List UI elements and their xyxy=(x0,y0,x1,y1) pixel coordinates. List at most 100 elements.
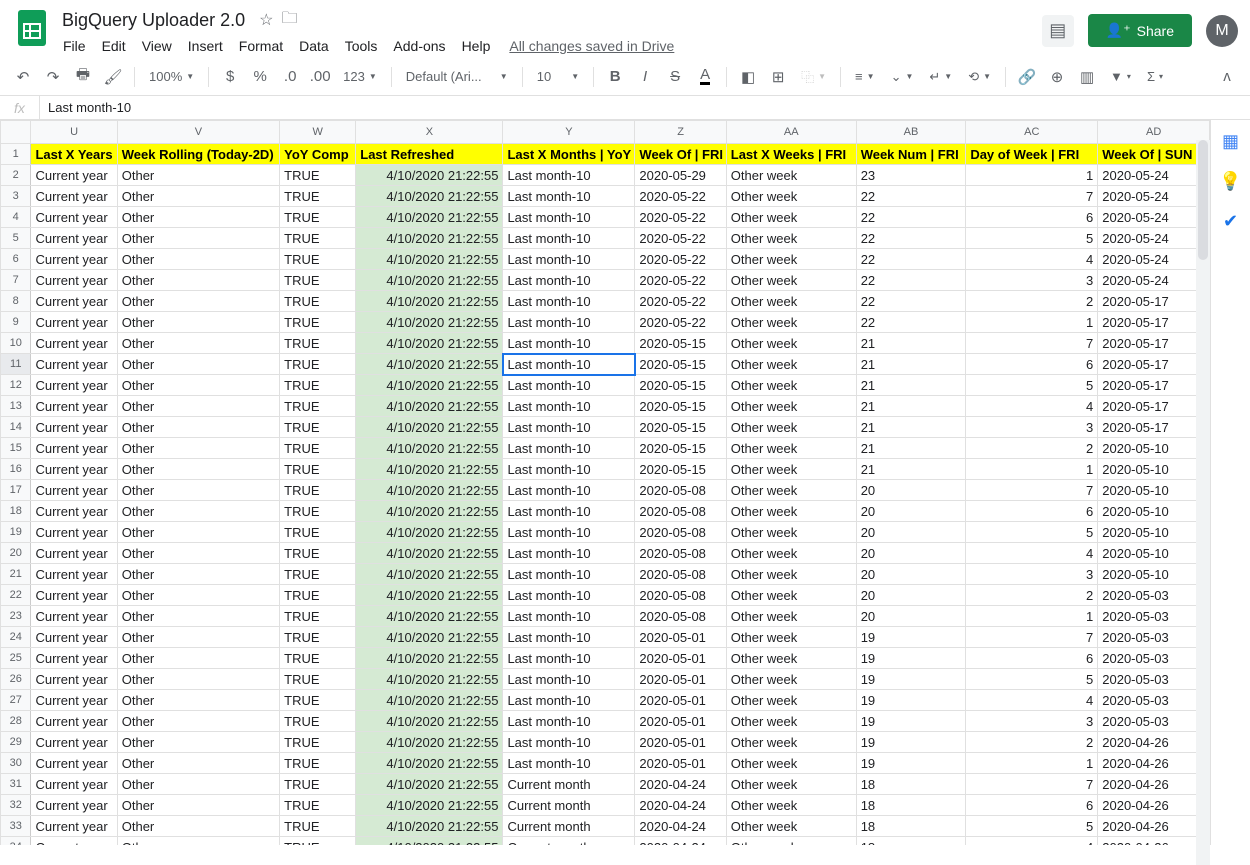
collapse-toolbar-button[interactable]: ʌ xyxy=(1214,64,1240,90)
cell[interactable]: 2020-05-10 xyxy=(1098,564,1210,585)
cell[interactable]: 20 xyxy=(856,480,966,501)
cell[interactable]: Last month-10 xyxy=(503,564,635,585)
cell[interactable]: 2020-05-17 xyxy=(1098,312,1210,333)
col-header-X[interactable]: X xyxy=(356,121,503,144)
cell[interactable]: 2020-05-01 xyxy=(635,690,726,711)
cell[interactable]: Last month-10 xyxy=(503,459,635,480)
cell[interactable]: Other week xyxy=(726,165,856,186)
cell[interactable]: 18 xyxy=(856,837,966,846)
more-formats-dropdown[interactable]: 123▼ xyxy=(337,64,383,90)
cell[interactable]: Current year xyxy=(31,270,117,291)
cell[interactable]: 2020-05-24 xyxy=(1098,228,1210,249)
cell[interactable]: 21 xyxy=(856,333,966,354)
cell[interactable]: 6 xyxy=(966,354,1098,375)
cell[interactable]: Other xyxy=(117,606,279,627)
cell[interactable]: TRUE xyxy=(280,648,356,669)
rotate-dropdown[interactable]: ⟲▼ xyxy=(962,64,997,90)
col-header-Z[interactable]: Z xyxy=(635,121,726,144)
menu-file[interactable]: File xyxy=(56,34,93,58)
cell[interactable]: 2020-05-10 xyxy=(1098,438,1210,459)
row-header-2[interactable]: 2 xyxy=(1,165,31,186)
cell[interactable]: 4/10/2020 21:22:55 xyxy=(356,585,503,606)
cell[interactable]: 2020-05-03 xyxy=(1098,669,1210,690)
cell[interactable]: Other xyxy=(117,774,279,795)
cell[interactable]: 20 xyxy=(856,501,966,522)
cell[interactable]: 19 xyxy=(856,732,966,753)
col-header-AC[interactable]: AC xyxy=(966,121,1098,144)
cell[interactable]: Current year xyxy=(31,354,117,375)
cell[interactable]: 4/10/2020 21:22:55 xyxy=(356,396,503,417)
cell[interactable]: Other week xyxy=(726,459,856,480)
cell[interactable]: Current year xyxy=(31,207,117,228)
cell[interactable]: Other week xyxy=(726,711,856,732)
cell[interactable]: 2020-05-24 xyxy=(1098,165,1210,186)
cell[interactable]: 2020-05-22 xyxy=(635,312,726,333)
cell[interactable]: Other week xyxy=(726,606,856,627)
cell[interactable]: TRUE xyxy=(280,417,356,438)
row-header-21[interactable]: 21 xyxy=(1,564,31,585)
cell[interactable]: 6 xyxy=(966,648,1098,669)
cell[interactable]: TRUE xyxy=(280,774,356,795)
cell[interactable]: Other xyxy=(117,270,279,291)
row-header-34[interactable]: 34 xyxy=(1,837,31,846)
cell[interactable]: 4/10/2020 21:22:55 xyxy=(356,837,503,846)
row-header-11[interactable]: 11 xyxy=(1,354,31,375)
cell[interactable]: 22 xyxy=(856,186,966,207)
cell[interactable]: 21 xyxy=(856,438,966,459)
cell[interactable]: Last month-10 xyxy=(503,354,635,375)
account-avatar[interactable]: M xyxy=(1206,15,1238,47)
italic-button[interactable]: I xyxy=(632,64,658,90)
cell[interactable]: 5 xyxy=(966,669,1098,690)
cell[interactable]: 4/10/2020 21:22:55 xyxy=(356,417,503,438)
cell[interactable]: 21 xyxy=(856,417,966,438)
row-header-32[interactable]: 32 xyxy=(1,795,31,816)
font-size-dropdown[interactable]: 10▼ xyxy=(531,64,585,90)
cell[interactable]: 2020-05-24 xyxy=(1098,186,1210,207)
cell[interactable]: Last month-10 xyxy=(503,480,635,501)
cell[interactable]: 2020-05-17 xyxy=(1098,396,1210,417)
strikethrough-button[interactable]: S xyxy=(662,64,688,90)
vertical-scrollbar[interactable] xyxy=(1196,140,1210,865)
filter-dropdown[interactable]: ▼▾ xyxy=(1104,64,1137,90)
cell[interactable]: Last month-10 xyxy=(503,606,635,627)
cell[interactable]: Other xyxy=(117,690,279,711)
cell[interactable]: 18 xyxy=(856,795,966,816)
cell[interactable]: Other xyxy=(117,312,279,333)
cell[interactable]: TRUE xyxy=(280,795,356,816)
cell[interactable]: Other xyxy=(117,522,279,543)
cell[interactable]: Current year xyxy=(31,396,117,417)
cell[interactable]: 2020-04-26 xyxy=(1098,837,1210,846)
cell[interactable]: TRUE xyxy=(280,249,356,270)
cell[interactable]: Other week xyxy=(726,417,856,438)
cell[interactable]: TRUE xyxy=(280,480,356,501)
cell[interactable]: 4/10/2020 21:22:55 xyxy=(356,627,503,648)
increase-decimal-button[interactable]: .00 xyxy=(307,64,333,90)
cell[interactable]: Last month-10 xyxy=(503,396,635,417)
row-header-12[interactable]: 12 xyxy=(1,375,31,396)
cell[interactable]: 22 xyxy=(856,312,966,333)
cell[interactable]: Other week xyxy=(726,312,856,333)
cell[interactable]: TRUE xyxy=(280,837,356,846)
cell[interactable]: Other xyxy=(117,501,279,522)
cell[interactable]: Other week xyxy=(726,522,856,543)
menu-view[interactable]: View xyxy=(135,34,179,58)
merge-dropdown[interactable]: ⿻▼ xyxy=(795,64,832,90)
cell[interactable]: 2020-05-22 xyxy=(635,291,726,312)
cell[interactable]: Other week xyxy=(726,438,856,459)
cell[interactable]: 4/10/2020 21:22:55 xyxy=(356,459,503,480)
cell[interactable]: Current year xyxy=(31,165,117,186)
cell[interactable]: TRUE xyxy=(280,543,356,564)
cell[interactable]: 1 xyxy=(966,165,1098,186)
cell[interactable]: 21 xyxy=(856,396,966,417)
cell[interactable]: 23 xyxy=(856,165,966,186)
cell[interactable]: Current year xyxy=(31,249,117,270)
cell[interactable]: Last month-10 xyxy=(503,228,635,249)
col-header-U[interactable]: U xyxy=(31,121,117,144)
cell[interactable]: 3 xyxy=(966,270,1098,291)
cell[interactable]: 2020-05-22 xyxy=(635,228,726,249)
cell[interactable]: Other xyxy=(117,396,279,417)
cell[interactable]: Other week xyxy=(726,669,856,690)
cell[interactable]: 19 xyxy=(856,627,966,648)
cell[interactable]: 4/10/2020 21:22:55 xyxy=(356,711,503,732)
cell[interactable]: Other week xyxy=(726,816,856,837)
